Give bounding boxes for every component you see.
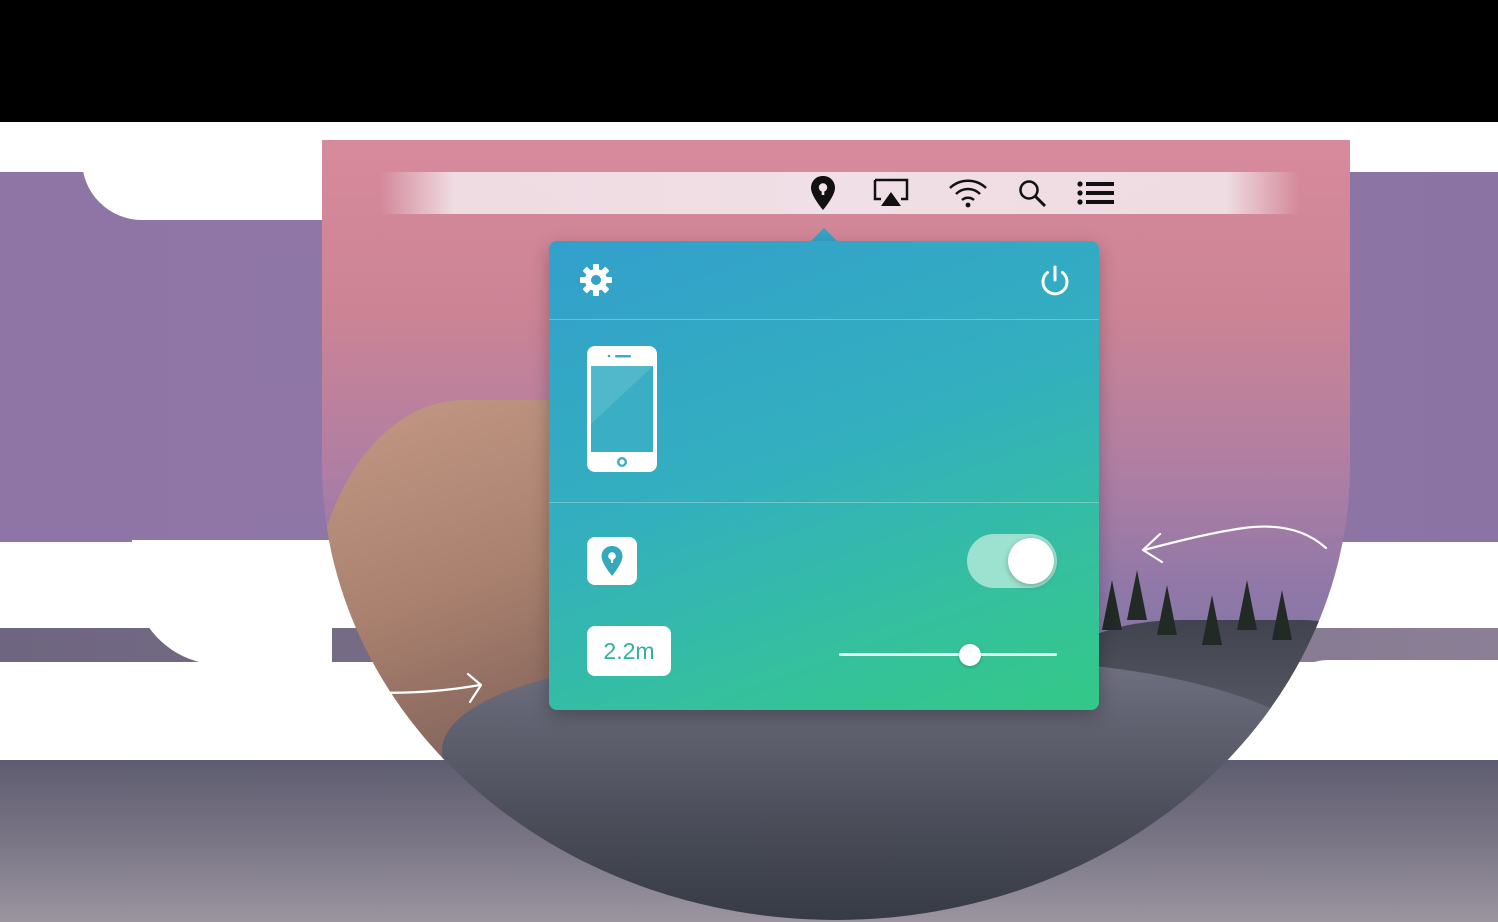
divider (549, 502, 1099, 503)
decorative-arrow (362, 672, 483, 704)
location-pin-icon[interactable] (806, 172, 840, 214)
distance-badge: 2.2m (587, 626, 671, 676)
tree (1102, 580, 1122, 630)
tree (1157, 585, 1177, 635)
app-popover: 2.2m (549, 241, 1099, 710)
notification-center-icon[interactable] (1076, 172, 1116, 214)
popover-caret (810, 228, 838, 242)
airplay-icon[interactable] (871, 172, 911, 214)
tree (1272, 590, 1292, 640)
tree (1237, 580, 1257, 630)
top-black-band (0, 0, 1498, 122)
decorative-blob (82, 130, 342, 220)
toggle-knob (1008, 538, 1054, 584)
gear-icon[interactable] (577, 261, 615, 299)
slider-track (839, 653, 1057, 656)
menu-bar (380, 172, 1300, 214)
desktop-scene: 2.2m (0, 0, 1498, 922)
divider (549, 319, 1099, 320)
tree (1202, 595, 1222, 645)
decorative-arrow (1141, 525, 1328, 564)
power-icon[interactable] (1037, 263, 1073, 299)
slider-thumb[interactable] (958, 644, 981, 666)
distance-slider[interactable] (839, 644, 1057, 666)
spotlight-search-icon[interactable] (1016, 172, 1048, 214)
location-pin-icon (587, 537, 637, 585)
iphone-icon (587, 346, 657, 472)
wifi-icon[interactable] (946, 172, 990, 214)
proximity-toggle[interactable] (967, 534, 1057, 588)
tree (1127, 570, 1147, 620)
